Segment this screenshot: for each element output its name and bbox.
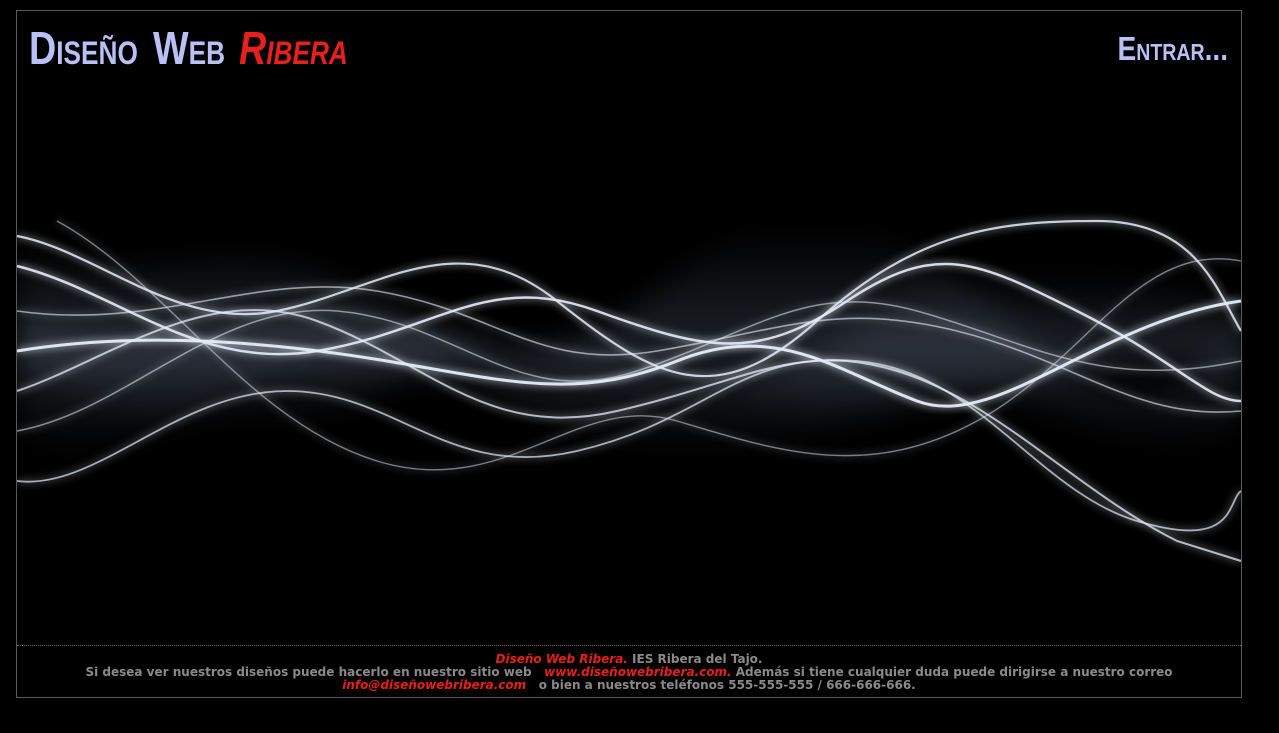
footer-school: IES Ribera del Tajo.	[627, 652, 763, 666]
header: Diseño Web Ribera Entrar...	[17, 11, 1241, 91]
email-link[interactable]: info@diseñowebribera.com	[342, 678, 526, 692]
abstract-smoke-waves-image	[17, 219, 1241, 562]
page-frame: Diseño Web Ribera Entrar... Diseño Web R…	[16, 10, 1242, 698]
logo-word-web: Web	[152, 22, 225, 74]
footer-contact-intro: Además si tiene cualquier duda puede dir…	[731, 665, 1173, 679]
footer-line-3: info@diseñowebribera.com o bien a nuestr…	[17, 679, 1241, 692]
website-link[interactable]: www.diseñowebribera.com.	[544, 665, 731, 679]
logo-word-diseno: Diseño	[29, 22, 138, 74]
footer-brand: Diseño Web Ribera.	[495, 652, 628, 666]
enter-link[interactable]: Entrar...	[1117, 31, 1228, 67]
footer-website-intro: Si desea ver nuestros diseños puede hace…	[85, 665, 532, 679]
footer-phones: o bien a nuestros teléfonos 555-555-555 …	[538, 678, 916, 692]
footer: Diseño Web Ribera. IES Ribera del Tajo. …	[17, 645, 1241, 697]
site-logo: Diseño Web Ribera	[29, 23, 372, 73]
logo-word-ribera: Ribera	[239, 22, 349, 74]
